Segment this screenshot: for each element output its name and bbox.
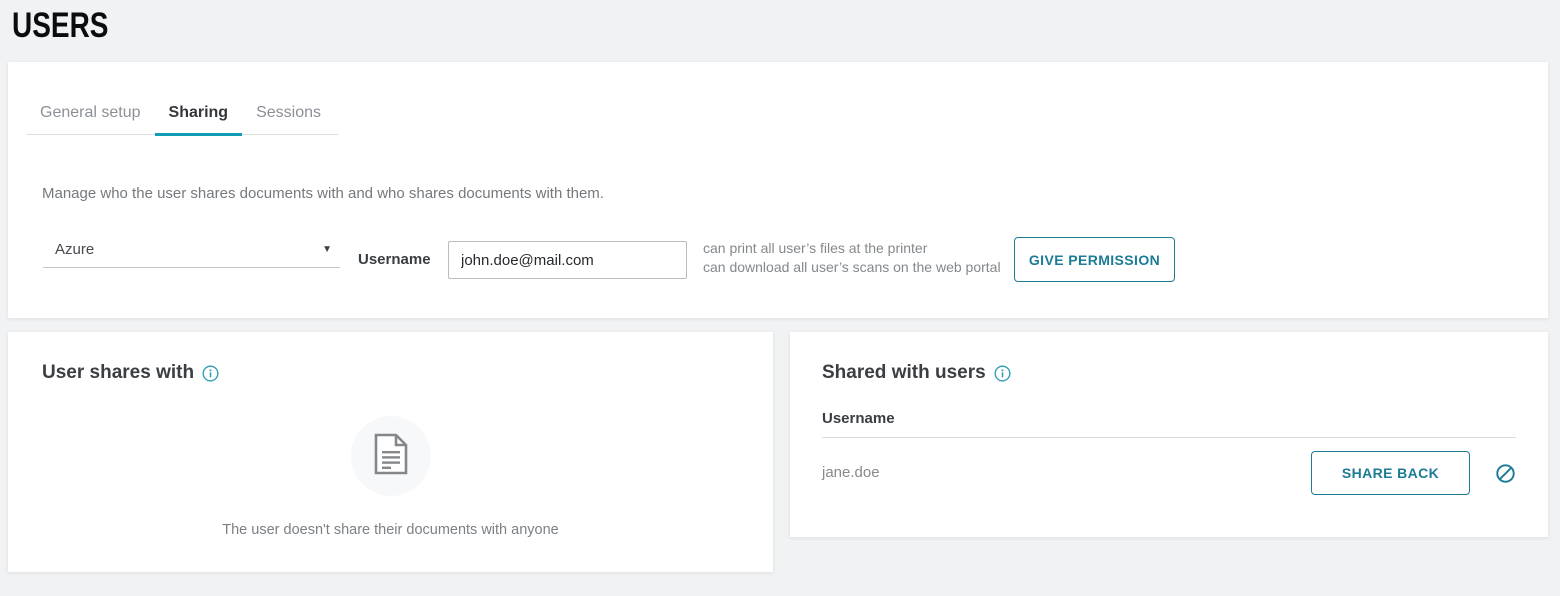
tab-sharing[interactable]: Sharing xyxy=(155,98,243,134)
chevron-down-icon: ▼ xyxy=(322,244,332,255)
tabbar: General setup Sharing Sessions xyxy=(26,98,338,135)
tab-sessions[interactable]: Sessions xyxy=(242,98,335,134)
block-sharing-icon[interactable] xyxy=(1495,463,1516,484)
username-label: Username xyxy=(358,251,431,268)
sharing-settings-card: General setup Sharing Sessions Manage wh… xyxy=(8,62,1548,318)
permission-hint: can print all user’s files at the printe… xyxy=(703,239,1001,277)
provider-select-value: Azure xyxy=(55,241,94,258)
info-icon[interactable] xyxy=(202,365,219,382)
permission-hint-line2: can download all user’s scans on the web… xyxy=(703,258,1001,277)
empty-state-message: The user doesn't share their documents w… xyxy=(8,522,773,538)
user-shares-with-title: User shares with xyxy=(42,362,219,384)
username-input[interactable] xyxy=(448,241,687,279)
row-username: jane.doe xyxy=(822,464,880,481)
shared-with-users-title: Shared with users xyxy=(822,362,1011,384)
shared-with-users-card: Shared with users Username jane.doe SHAR… xyxy=(790,332,1548,537)
share-back-button[interactable]: SHARE BACK xyxy=(1311,451,1470,495)
sharing-description: Manage who the user shares documents wit… xyxy=(42,185,604,202)
page-title: USERS xyxy=(12,6,108,46)
column-header-username: Username xyxy=(822,410,895,427)
info-icon[interactable] xyxy=(994,365,1011,382)
permission-hint-line1: can print all user’s files at the printe… xyxy=(703,239,1001,258)
provider-select[interactable]: Azure ▼ xyxy=(43,232,340,268)
document-icon xyxy=(374,433,408,480)
table-row: jane.doe SHARE BACK xyxy=(790,438,1548,506)
tab-general-setup[interactable]: General setup xyxy=(26,98,155,134)
shared-with-users-title-text: Shared with users xyxy=(822,362,986,384)
user-shares-with-title-text: User shares with xyxy=(42,362,194,384)
user-shares-with-card: User shares with The user doesn't share … xyxy=(8,332,773,572)
empty-state-circle xyxy=(351,416,431,496)
give-permission-button[interactable]: GIVE PERMISSION xyxy=(1014,237,1175,282)
